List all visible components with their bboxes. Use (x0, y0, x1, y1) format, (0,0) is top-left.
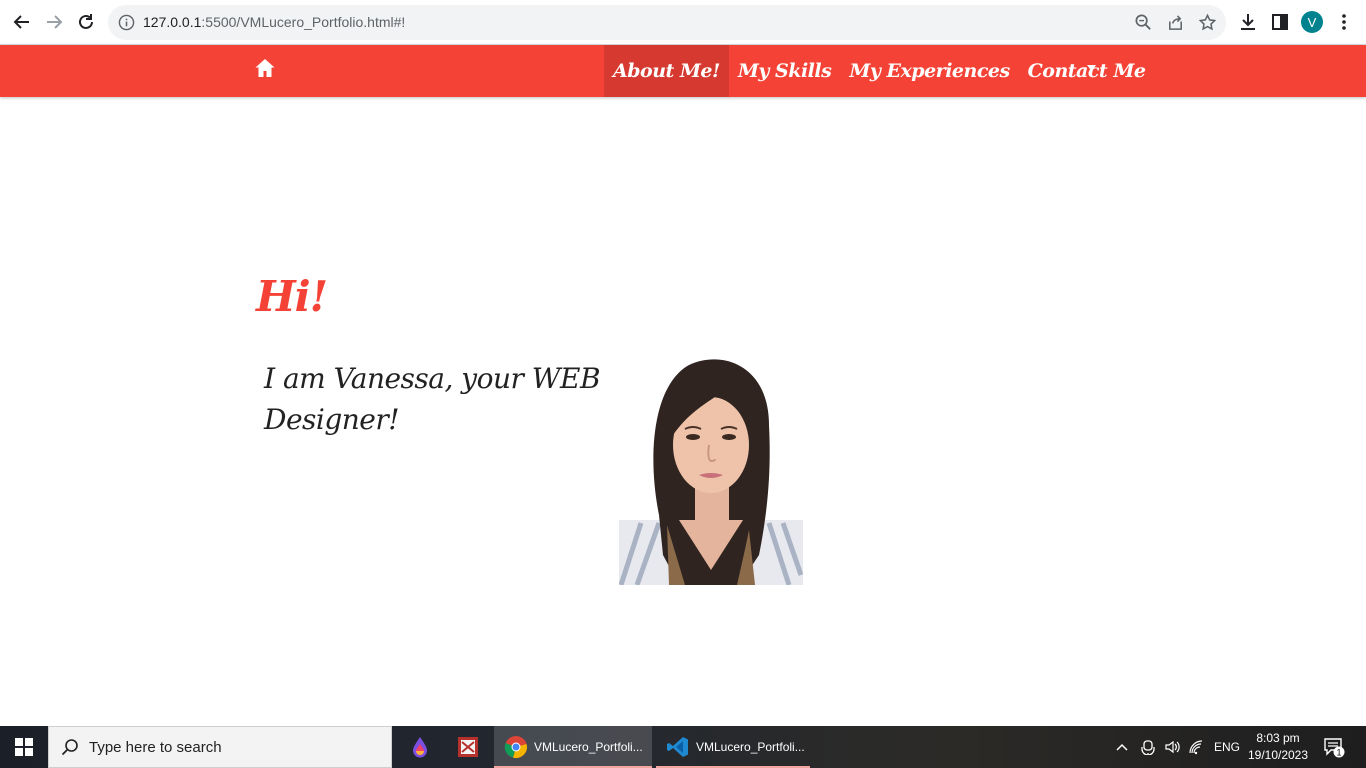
taskbar-app-chrome[interactable]: VMLucero_Portfoli... (494, 726, 652, 768)
taskbar-app-vscode-label: VMLucero_Portfoli... (696, 740, 805, 754)
notification-icon[interactable]: 1 (1322, 736, 1346, 758)
search-icon (61, 739, 78, 756)
taskbar-search[interactable]: Type here to search (48, 726, 392, 768)
vscode-icon (667, 737, 688, 757)
hero-greeting: Hi! (256, 272, 328, 321)
windows-icon (15, 738, 33, 756)
nav-link-contact-me[interactable]: Contact Me (1019, 45, 1155, 97)
profile-photo (619, 355, 803, 585)
dropdown-caret-icon[interactable] (1087, 65, 1096, 71)
nav-link-about-me[interactable]: About Me! (604, 45, 729, 97)
taskbar-app-paint[interactable] (398, 726, 442, 768)
reload-icon (79, 14, 93, 29)
browser-toolbar: 127.0.0.1:5500/VMLucero_Portfolio.html#!… (0, 0, 1366, 45)
nav-link-my-skills[interactable]: My Skills (729, 45, 840, 97)
search-placeholder: Type here to search (89, 739, 222, 756)
back-arrow-icon (13, 15, 29, 29)
start-button[interactable] (0, 726, 48, 768)
clock-time: 8:03 pm (1256, 731, 1300, 745)
chevron-up-icon[interactable] (1114, 739, 1130, 755)
url-host: 127.0.0.1 (143, 14, 202, 30)
forward-button[interactable] (40, 8, 68, 36)
meet-now-icon[interactable] (1140, 739, 1156, 755)
notification-count: 1 (1336, 748, 1341, 758)
taskbar-app-chrome-label: VMLucero_Portfoli... (534, 740, 643, 754)
share-icon[interactable] (1166, 13, 1185, 32)
taskbar-clock[interactable]: 8:03 pm 19/10/2023 (1244, 730, 1312, 764)
wifi-icon[interactable] (1188, 739, 1204, 755)
system-tray: ENG (1114, 726, 1240, 768)
volume-icon[interactable] (1164, 739, 1180, 755)
site-navbar: About Me! My Skills My Experiences Conta… (0, 45, 1366, 97)
profile-avatar[interactable]: V (1301, 11, 1323, 33)
nav-link-my-experiences[interactable]: My Experiences (840, 45, 1018, 97)
hero-intro-text: I am Vanessa, your WEB Designer! (264, 362, 601, 436)
taskbar-app-presentation[interactable] (446, 726, 490, 768)
address-bar[interactable]: 127.0.0.1:5500/VMLucero_Portfolio.html#! (108, 5, 1226, 40)
reload-button[interactable] (72, 8, 100, 36)
info-icon[interactable] (118, 14, 135, 31)
language-indicator[interactable]: ENG (1214, 740, 1240, 754)
bookmark-star-icon[interactable] (1198, 13, 1217, 32)
taskbar-app-vscode[interactable]: VMLucero_Portfoli... (656, 726, 810, 768)
paint-drop-icon (413, 737, 427, 758)
nav-links: About Me! My Skills My Experiences Conta… (604, 45, 1154, 97)
download-icon[interactable] (1238, 12, 1258, 32)
presentation-app-icon (458, 737, 478, 757)
kebab-menu-icon[interactable] (1334, 12, 1354, 32)
url-text[interactable]: 127.0.0.1:5500/VMLucero_Portfolio.html#! (143, 14, 405, 30)
clock-date: 19/10/2023 (1247, 748, 1309, 762)
zoom-icon[interactable] (1134, 13, 1153, 32)
chrome-icon (504, 736, 527, 758)
home-icon[interactable] (254, 57, 276, 79)
url-path: :5500/VMLucero_Portfolio.html#! (201, 14, 406, 30)
back-button[interactable] (8, 8, 36, 36)
taskbar: Type here to search VMLucero_Portfoli...… (0, 726, 1366, 768)
forward-arrow-icon (47, 15, 63, 29)
side-panel-icon[interactable] (1270, 12, 1290, 32)
